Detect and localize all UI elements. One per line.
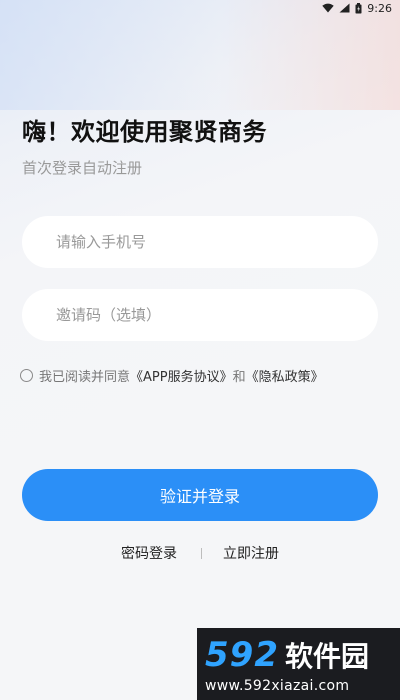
password-login-link[interactable]: 密码登录	[121, 543, 177, 563]
agreement-row: 我已阅读并同意 《APP服务协议》 和 《隐私政策》	[20, 366, 324, 385]
agreement-checkbox[interactable]	[20, 369, 33, 382]
signal-icon	[339, 3, 350, 13]
register-now-link[interactable]: 立即注册	[223, 543, 279, 563]
verify-login-button[interactable]: 验证并登录	[22, 469, 378, 521]
privacy-policy-link[interactable]: 《隐私政策》	[246, 366, 324, 385]
phone-field[interactable]	[22, 216, 378, 268]
watermark-number: 592	[205, 635, 279, 675]
links-divider	[201, 547, 202, 559]
invite-code-field[interactable]	[22, 289, 378, 341]
phone-input[interactable]	[54, 232, 358, 252]
app-service-agreement-link[interactable]: 《APP服务协议》	[130, 366, 233, 385]
bottom-links: 密码登录 立即注册	[0, 543, 400, 563]
invite-code-input[interactable]	[54, 305, 358, 325]
agreement-conjunction: 和	[232, 370, 246, 385]
battery-icon	[355, 2, 362, 14]
wifi-icon	[322, 3, 334, 13]
header-background	[0, 0, 400, 110]
site-watermark: 592 软件园 www.592xiazai.com	[197, 628, 400, 700]
page-title: 嗨！欢迎使用聚贤商务	[22, 118, 267, 146]
watermark-url: www.592xiazai.com	[205, 678, 350, 694]
watermark-name: 软件园	[284, 640, 369, 673]
page-subtitle: 首次登录自动注册	[22, 159, 143, 177]
status-bar: 9:26	[0, 0, 400, 16]
status-time: 9:26	[367, 1, 392, 15]
agreement-prefix: 我已阅读并同意	[39, 370, 131, 385]
